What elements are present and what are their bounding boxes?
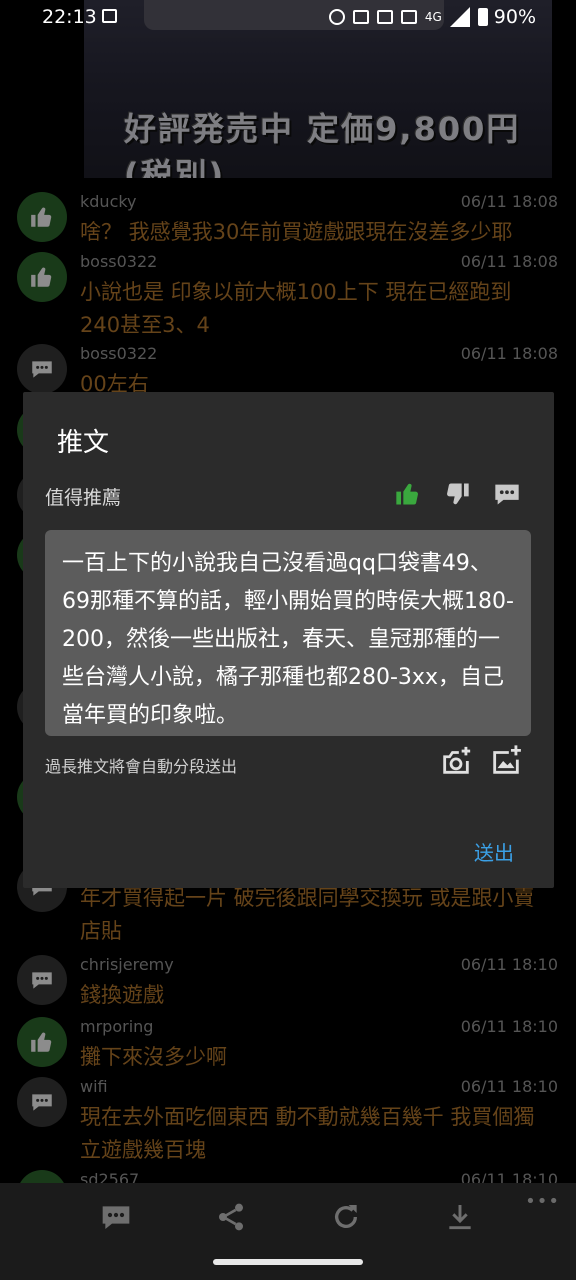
- auto-icon: [352, 10, 369, 24]
- speech-bubble-icon: [495, 484, 519, 505]
- speech-bubble-icon: [32, 361, 52, 378]
- comment-user: kducky: [80, 192, 137, 211]
- neutral-badge: [17, 1077, 67, 1127]
- send-button[interactable]: 送出: [474, 837, 514, 866]
- speech-bubble-icon: [32, 1094, 52, 1111]
- comment-time: 06/11 18:10: [460, 955, 558, 974]
- bottom-toolbar: •••: [0, 1183, 576, 1280]
- comment-text: 錢換遊戲: [80, 983, 164, 1007]
- camera-add-icon[interactable]: [439, 744, 473, 778]
- speech-bubble-icon: [32, 972, 52, 989]
- push-type-button[interactable]: [391, 479, 425, 509]
- battery-percent: 90%: [493, 6, 536, 28]
- comment-user: chrisjeremy: [80, 955, 174, 974]
- volte-icon: [400, 10, 417, 24]
- status-time: 22:13: [42, 6, 97, 28]
- comment-user: boss0322: [80, 344, 158, 363]
- network-type: 4G: [424, 10, 442, 24]
- comment-time: 06/11 18:08: [460, 344, 558, 363]
- comment-icon[interactable]: [96, 1199, 136, 1235]
- comment-type-label: 值得推薦: [45, 487, 122, 509]
- comment-user: boss0322: [80, 252, 158, 271]
- comment-time: 06/11 18:10: [460, 1077, 558, 1096]
- long-comment-hint: 過長推文將會自動分段送出: [45, 757, 238, 776]
- banner-caption: 好評発売中 定価9,800円(税別): [124, 110, 521, 178]
- home-indicator[interactable]: [213, 1259, 363, 1265]
- gallery-notification-icon: [102, 9, 117, 23]
- comment-time: 06/11 18:10: [460, 1017, 558, 1036]
- thumbs-up-icon: [31, 1032, 52, 1052]
- thumbs-up-icon: [396, 483, 418, 505]
- comment-input[interactable]: 一百上下的小說我自己沒看過qq口袋書49、69那種不算的話，輕小開始買的時侯大概…: [45, 530, 531, 736]
- neutral-badge: [17, 344, 67, 394]
- comment-text: 年才買得起一片 破完後跟同學交換玩 或是跟小賣店貼: [80, 886, 535, 943]
- comment-text: 小說也是 印象以前大概100上下 現在已經跑到240甚至3、4: [80, 280, 512, 337]
- boo-type-button[interactable]: [440, 479, 474, 509]
- comment-time: 06/11 18:08: [460, 192, 558, 211]
- comment-user: mrporing: [80, 1017, 154, 1036]
- comment-text: 攤下來沒多少啊: [80, 1045, 227, 1069]
- dialog-title: 推文: [57, 428, 110, 458]
- status-icons: 4G 90%: [328, 6, 536, 28]
- comment-user: wifi: [80, 1077, 108, 1096]
- alarm-icon: [328, 9, 345, 25]
- push-comment-dialog: 推文 值得推薦 一百上下的小說我自己沒看過qq口袋書49、69那種不算的話，輕小…: [23, 392, 554, 888]
- more-options-icon[interactable]: •••: [525, 1191, 560, 1212]
- thumbs-down-icon: [447, 483, 469, 505]
- share-icon[interactable]: [211, 1199, 251, 1235]
- comment-time: 06/11 18:08: [460, 252, 558, 271]
- push-badge: [17, 1017, 67, 1067]
- push-badge: [17, 252, 67, 302]
- neutral-badge: [17, 955, 67, 1005]
- image-add-icon[interactable]: [489, 744, 523, 778]
- push-badge: [17, 192, 67, 242]
- thumbs-up-icon: [31, 267, 52, 287]
- thumbs-up-icon: [31, 207, 52, 227]
- refresh-icon[interactable]: [326, 1199, 366, 1235]
- signal-icon: [449, 7, 470, 27]
- status-bar: 22:13 4G 90%: [0, 0, 576, 36]
- comment-text: 現在去外面吃個東西 動不動就幾百幾千 我買個獨立遊戲幾百塊: [80, 1105, 535, 1162]
- download-icon[interactable]: [440, 1199, 480, 1235]
- comment-text: 啥？ 我感覺我30年前買遊戲跟現在沒差多少耶: [80, 220, 513, 244]
- vibrate-icon: [376, 10, 393, 24]
- neutral-type-button[interactable]: [490, 479, 524, 509]
- battery-icon: [477, 8, 488, 26]
